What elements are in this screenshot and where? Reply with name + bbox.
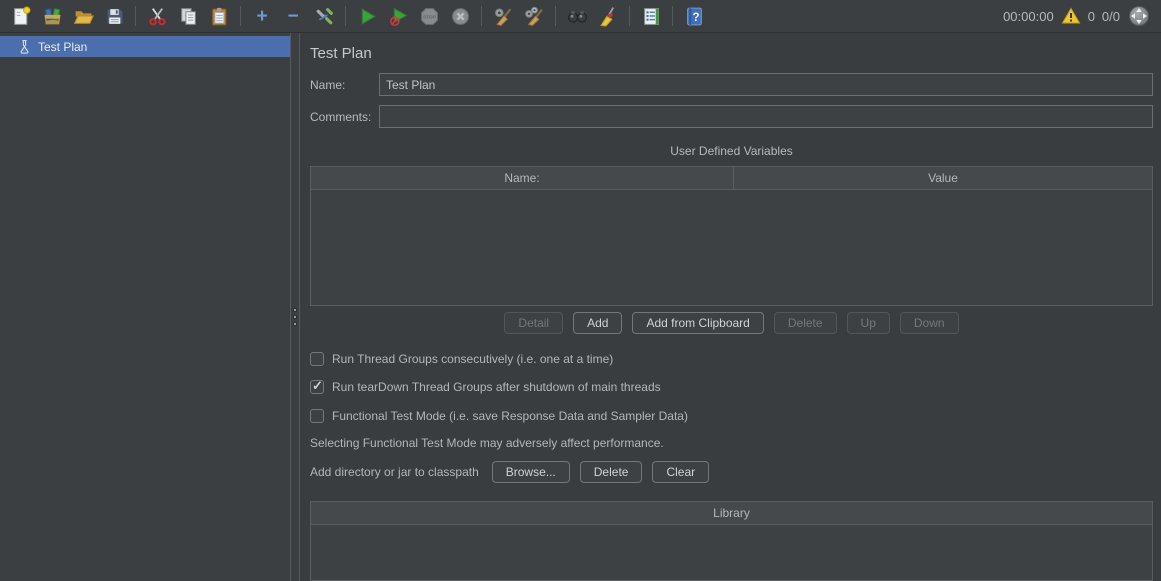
splitter-grip bbox=[293, 315, 297, 319]
toggle-icon[interactable] bbox=[311, 3, 337, 29]
test-plan-panel: Test Plan Name: Comments: User Defined V… bbox=[300, 33, 1161, 581]
expand-icon[interactable]: + bbox=[249, 3, 275, 29]
test-timer: 00:00:00 bbox=[1003, 9, 1054, 24]
start-no-pauses-icon[interactable] bbox=[385, 3, 411, 29]
run-consecutively-label: Run Thread Groups consecutively (i.e. on… bbox=[332, 352, 613, 366]
split-pane-divider[interactable] bbox=[290, 33, 300, 581]
toolbar-separator bbox=[345, 6, 346, 26]
jmeter-window: + − STOP bbox=[0, 0, 1161, 581]
clear-icon[interactable] bbox=[490, 3, 516, 29]
collapse-icon[interactable]: − bbox=[280, 3, 306, 29]
clear-search-icon[interactable] bbox=[595, 3, 621, 29]
splitter-grip bbox=[293, 308, 297, 312]
page-title: Test Plan bbox=[310, 45, 1153, 62]
function-helper-icon[interactable] bbox=[638, 3, 664, 29]
stop-icon[interactable]: STOP bbox=[416, 3, 442, 29]
toolbar-separator bbox=[629, 6, 630, 26]
teardown-checkbox[interactable] bbox=[310, 380, 324, 394]
templates-icon[interactable] bbox=[39, 3, 65, 29]
toolbar-separator bbox=[672, 6, 673, 26]
delete-classpath-button[interactable]: Delete bbox=[580, 461, 643, 483]
new-icon[interactable] bbox=[8, 3, 34, 29]
shutdown-icon[interactable] bbox=[447, 3, 473, 29]
svg-text:?: ? bbox=[692, 12, 699, 24]
error-count[interactable]: 0 bbox=[1088, 9, 1095, 24]
comments-input[interactable] bbox=[379, 105, 1153, 128]
library-table-body[interactable] bbox=[311, 525, 1152, 580]
status-area: 00:00:00 0 0/0 bbox=[1003, 4, 1153, 28]
classpath-label: Add directory or jar to classpath bbox=[310, 465, 479, 479]
name-input[interactable] bbox=[379, 73, 1153, 96]
add-button[interactable]: Add bbox=[573, 312, 622, 334]
tree-item-test-plan[interactable]: Test Plan bbox=[0, 36, 290, 57]
paste-icon[interactable] bbox=[206, 3, 232, 29]
udv-table: Name: Value bbox=[310, 166, 1153, 306]
delete-variable-button[interactable]: Delete bbox=[774, 312, 837, 334]
udv-table-header: Name: Value bbox=[311, 167, 1152, 190]
add-from-clipboard-button[interactable]: Add from Clipboard bbox=[632, 312, 763, 334]
remote-sphere-icon bbox=[1127, 4, 1151, 28]
teardown-label: Run tearDown Thread Groups after shutdow… bbox=[332, 380, 661, 394]
library-table-header: Library bbox=[311, 502, 1152, 525]
clear-all-icon[interactable] bbox=[521, 3, 547, 29]
cut-icon[interactable] bbox=[144, 3, 170, 29]
test-plan-flask-icon bbox=[17, 39, 32, 54]
clear-classpath-button[interactable]: Clear bbox=[652, 461, 709, 483]
tree-item-label: Test Plan bbox=[38, 40, 87, 54]
comments-label: Comments: bbox=[310, 110, 379, 124]
toolbar-separator bbox=[481, 6, 482, 26]
functional-mode-option: Functional Test Mode (i.e. save Response… bbox=[310, 408, 1153, 422]
toolbar-separator bbox=[135, 6, 136, 26]
thread-count: 0/0 bbox=[1102, 9, 1120, 24]
help-icon[interactable]: ? bbox=[681, 3, 707, 29]
test-plan-tree: Test Plan bbox=[0, 33, 290, 581]
toolbar-separator bbox=[240, 6, 241, 26]
splitter-grip bbox=[293, 322, 297, 326]
copy-icon[interactable] bbox=[175, 3, 201, 29]
toolbar: + − STOP bbox=[0, 0, 1161, 33]
library-column-header: Library bbox=[311, 502, 1152, 524]
classpath-row: Add directory or jar to classpath Browse… bbox=[310, 461, 1153, 484]
down-button[interactable]: Down bbox=[900, 312, 959, 334]
name-label: Name: bbox=[310, 78, 379, 92]
udv-table-body[interactable] bbox=[311, 190, 1152, 305]
warning-icon[interactable] bbox=[1061, 6, 1081, 26]
udv-button-row: Detail Add Add from Clipboard Delete Up … bbox=[310, 312, 1153, 334]
search-icon[interactable] bbox=[564, 3, 590, 29]
up-button[interactable]: Up bbox=[847, 312, 890, 334]
start-icon[interactable] bbox=[354, 3, 380, 29]
open-icon[interactable] bbox=[70, 3, 96, 29]
library-table: Library bbox=[310, 501, 1153, 581]
detail-button[interactable]: Detail bbox=[504, 312, 563, 334]
teardown-option: Run tearDown Thread Groups after shutdow… bbox=[310, 380, 1153, 394]
functional-mode-checkbox[interactable] bbox=[310, 409, 324, 423]
udv-title: User Defined Variables bbox=[310, 144, 1153, 158]
browse-button[interactable]: Browse... bbox=[492, 461, 570, 483]
svg-text:STOP: STOP bbox=[422, 14, 436, 20]
save-icon[interactable] bbox=[101, 3, 127, 29]
functional-mode-label: Functional Test Mode (i.e. save Response… bbox=[332, 409, 688, 423]
toolbar-separator bbox=[555, 6, 556, 26]
udv-column-value: Value bbox=[734, 167, 1152, 189]
functional-mode-note: Selecting Functional Test Mode may adver… bbox=[310, 436, 1153, 450]
run-consecutively-checkbox[interactable] bbox=[310, 352, 324, 366]
udv-column-name: Name: bbox=[311, 167, 734, 189]
run-consecutively-option: Run Thread Groups consecutively (i.e. on… bbox=[310, 351, 1153, 365]
